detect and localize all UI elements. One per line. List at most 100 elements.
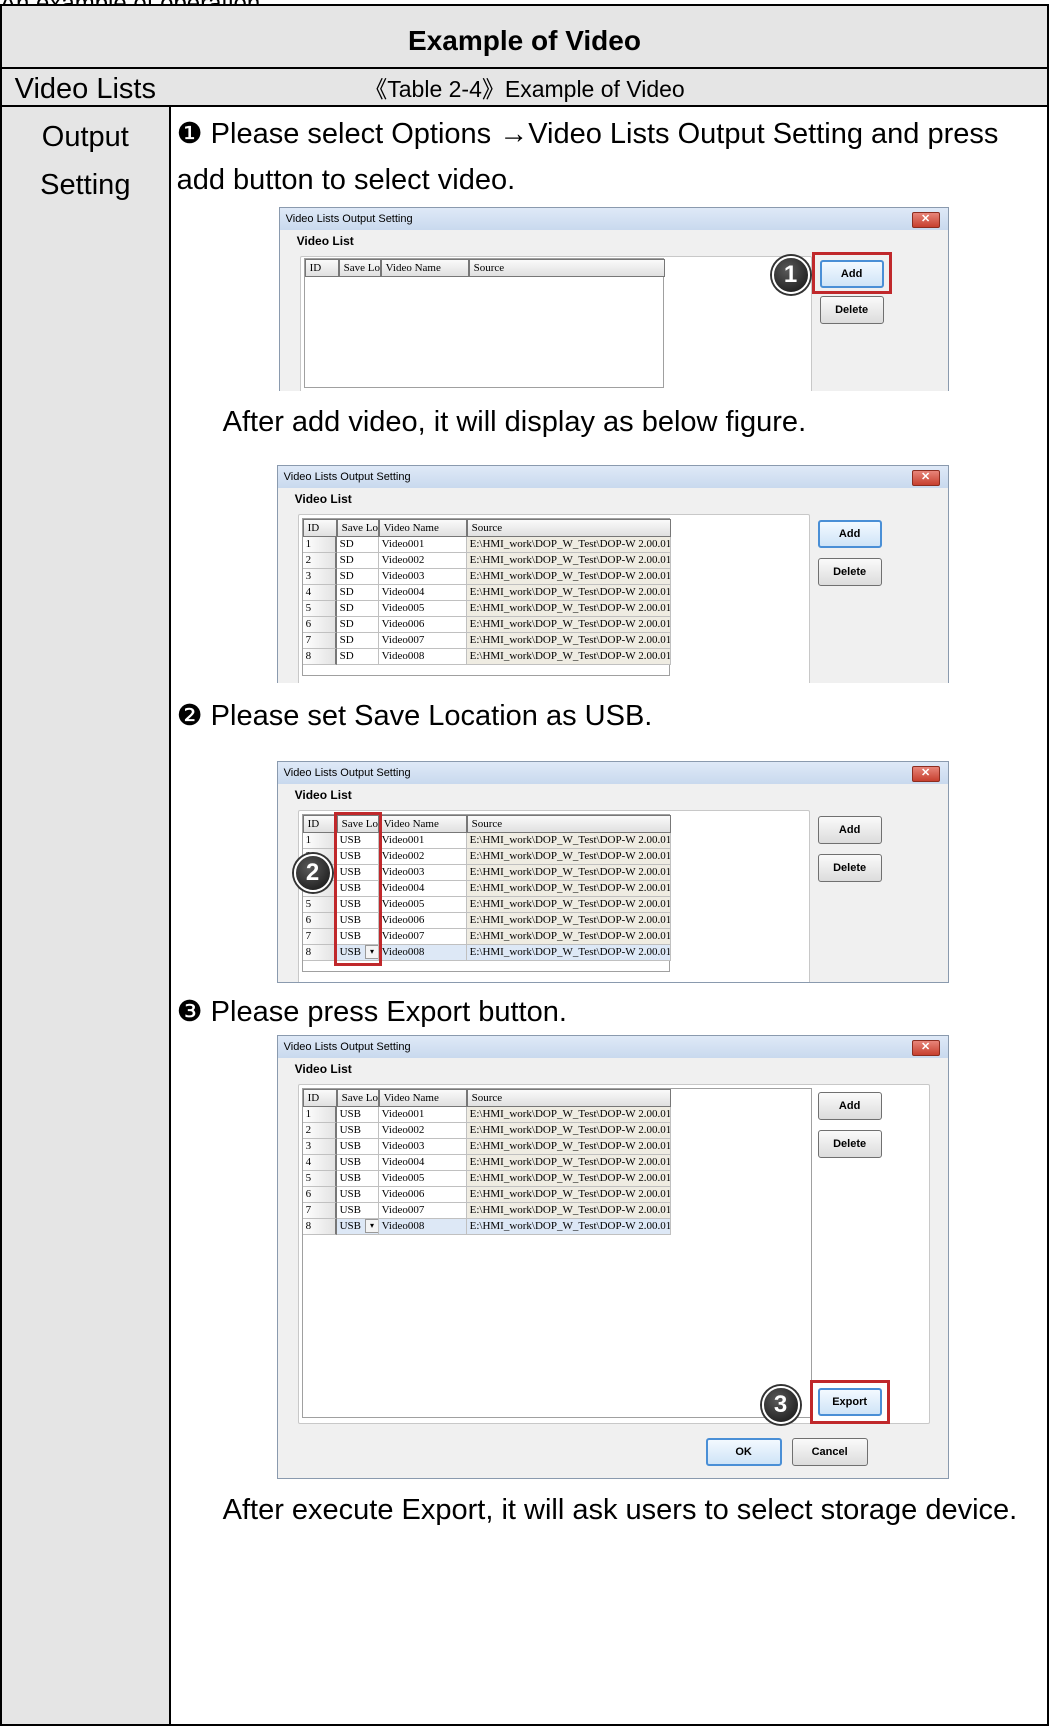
cell-id-text: 8 (305, 1220, 312, 1232)
table-title: Example of Video (408, 25, 641, 56)
cell-save-location: USB (336, 1187, 379, 1203)
left-column: Video Lists Output Setting (0, 73, 171, 1726)
add-button[interactable]: Add (817, 1092, 882, 1120)
cell-id: 4 (302, 585, 337, 601)
grid-header: ID Save Location Video Name Source (302, 519, 671, 537)
close-icon[interactable]: ✕ (911, 470, 940, 486)
cell-save-location: SD (336, 553, 379, 569)
cell-id: 5 (302, 601, 337, 617)
close-icon[interactable]: ✕ (911, 766, 940, 782)
step-badge-three: 3 (761, 1386, 800, 1424)
table-row[interactable]: 8 SD Video008 E:\HMI_work\DOP_W_Test\DOP-W … (302, 649, 671, 665)
cell-source-text: E:\HMI_work\DOP_W_Test\DOP-W 2.00.01.xx_… (469, 1156, 670, 1168)
dialog-window: Video Lists Output Setting ✕ Video List I… (276, 1035, 949, 1479)
figure-export: Video Lists Output Setting ✕ Video List I… (171, 1035, 1047, 1481)
chevron-down-icon[interactable]: ▾ (365, 1219, 378, 1234)
figure-list-sd: Video Lists Output Setting ✕ Video List I… (171, 445, 1047, 683)
table-row[interactable]: 6 USB Video006 E:\HMI_work\DOP_W_Test\DOP-W… (302, 1187, 671, 1203)
cell-id-text: 4 (305, 1156, 312, 1168)
delete-button[interactable]: Delete (817, 1130, 882, 1158)
cell-source-text: E:\HMI_work\DOP_W_Test\DOP-W 2.00.01.xx_… (469, 618, 670, 630)
table-row[interactable]: 1 SD Video001 E:\HMI_work\DOP_W_Test\DOP-W … (302, 537, 671, 553)
table-row[interactable]: 3 USB Video003 E:\HMI_work\DOP_W_Test\DOP-W… (302, 1139, 671, 1155)
cell-save-location: USB (336, 1155, 379, 1171)
cell-video-name-text: Video003 (381, 866, 425, 878)
step-badge-two: 2 (293, 854, 332, 892)
cell-video-name-text: Video004 (381, 586, 425, 598)
dialog-titlebar: Video Lists Output Setting ✕ (279, 208, 948, 230)
dialog-titlebar: Video Lists Output Setting ✕ (277, 1036, 948, 1058)
cell-id: 8 (302, 649, 337, 665)
col-id: ID (302, 815, 337, 833)
delete-button[interactable]: Delete (819, 296, 884, 324)
cell-id: 6 (302, 617, 337, 633)
close-icon[interactable]: ✕ (911, 212, 940, 228)
table-row[interactable]: 4 USB Video004 E:\HMI_work\DOP_W_Test\DOP-W… (302, 1155, 671, 1171)
table-row[interactable]: 8 USB ▾ Video008 E:\HMI_work\DOP_W_Test\DOP-… (302, 1219, 671, 1235)
cell-id: 7 (302, 929, 337, 945)
cell-source: E:\HMI_work\DOP_W_Test\DOP-W 2.00.01.xx_… (466, 1219, 671, 1235)
cell-save-location: USB (336, 1139, 379, 1155)
dialog-title: Video Lists Output Setting (285, 213, 413, 225)
table-row[interactable]: 2 USB Video002 E:\HMI_work\DOP_W_Test\DOP-W… (302, 1123, 671, 1139)
cell-source-text: E:\HMI_work\DOP_W_Test\DOP-W 2.00.01.xx_… (469, 882, 670, 894)
cell-video-name: Video004 (378, 881, 467, 897)
cell-save-location: SD (336, 537, 379, 553)
table-row[interactable]: 6 SD Video006 E:\HMI_work\DOP_W_Test\DOP-W … (302, 617, 671, 633)
add-button[interactable]: Add (817, 816, 882, 844)
cell-save-location: USB (336, 1203, 379, 1219)
cell-video-name: Video003 (378, 1139, 467, 1155)
cell-source-text: E:\HMI_work\DOP_W_Test\DOP-W 2.00.01.xx_… (469, 1220, 670, 1232)
col-id: ID (304, 259, 339, 277)
cell-video-name-text: Video004 (381, 882, 425, 894)
cell-id: 2 (302, 1123, 337, 1139)
close-icon[interactable]: ✕ (911, 1040, 940, 1056)
cell-video-name: Video004 (378, 1155, 467, 1171)
table-row[interactable]: 7 SD Video007 E:\HMI_work\DOP_W_Test\DOP-W … (302, 633, 671, 649)
table-row[interactable]: 1 USB Video001 E:\HMI_work\DOP_W_Test\DOP-W… (302, 1107, 671, 1123)
cell-id-text: 5 (305, 602, 312, 614)
delete-button[interactable]: Delete (817, 558, 882, 586)
delete-button[interactable]: Delete (817, 854, 882, 882)
cell-id: 3 (302, 1139, 337, 1155)
group-label: Video List (291, 1062, 355, 1076)
cell-save-location-text: USB (339, 1172, 362, 1184)
table-row[interactable]: 5 USB Video005 E:\HMI_work\DOP_W_Test\DOP-W… (302, 1171, 671, 1187)
grid-header: ID Save Location Video Name Source (302, 1089, 671, 1107)
table-row[interactable]: 4 SD Video004 E:\HMI_work\DOP_W_Test\DOP-W … (302, 585, 671, 601)
cell-source-text: E:\HMI_work\DOP_W_Test\DOP-W 2.00.01.xx_… (469, 538, 670, 550)
cell-save-location: USB (336, 1123, 379, 1139)
cell-video-name: Video006 (378, 617, 467, 633)
col-id: ID (302, 1089, 337, 1107)
dialog-titlebar: Video Lists Output Setting ✕ (277, 466, 948, 488)
dialog-titlebar: Video Lists Output Setting ✕ (277, 762, 948, 784)
cell-id-text: 2 (305, 554, 312, 566)
cell-save-location: SD (336, 585, 379, 601)
after-add-text: After add video, it will display as belo… (222, 406, 807, 438)
add-button[interactable]: Add (817, 520, 882, 548)
cell-video-name-text: Video006 (381, 914, 425, 926)
cell-video-name-text: Video008 (381, 946, 425, 958)
table-row[interactable]: 7 USB Video007 E:\HMI_work\DOP_W_Test\DOP-W… (302, 1203, 671, 1219)
cell-save-location-text: SD (339, 618, 354, 630)
table-row[interactable]: 2 SD Video002 E:\HMI_work\DOP_W_Test\DOP-W … (302, 553, 671, 569)
cancel-button[interactable]: Cancel (791, 1438, 868, 1466)
cell-id: 5 (302, 1171, 337, 1187)
cell-id: 6 (302, 913, 337, 929)
cell-source: E:\HMI_work\DOP_W_Test\DOP-W 2.00.01.xx_… (466, 929, 671, 945)
cell-save-location-text: SD (339, 570, 354, 582)
cell-video-name: Video003 (378, 569, 467, 585)
content-cell: ❶ Please select Options →Video Lists Out… (168, 105, 1049, 1726)
cell-source-text: E:\HMI_work\DOP_W_Test\DOP-W 2.00.01.xx_… (469, 602, 670, 614)
table-row[interactable]: 5 SD Video005 E:\HMI_work\DOP_W_Test\DOP-W … (302, 601, 671, 617)
ok-button[interactable]: OK (705, 1438, 782, 1466)
cell-video-name-text: Video001 (381, 538, 425, 550)
table-row[interactable]: 3 SD Video003 E:\HMI_work\DOP_W_Test\DOP-W … (302, 569, 671, 585)
cell-id-text: 8 (305, 650, 312, 662)
cell-video-name-text: Video005 (381, 602, 425, 614)
cell-source: E:\HMI_work\DOP_W_Test\DOP-W 2.00.01.xx_… (466, 585, 671, 601)
save-location-highlight (333, 812, 382, 966)
cell-save-location: USB ▾ (336, 1219, 379, 1235)
cell-id: 6 (302, 1187, 337, 1203)
cell-video-name: Video008 (378, 649, 467, 665)
